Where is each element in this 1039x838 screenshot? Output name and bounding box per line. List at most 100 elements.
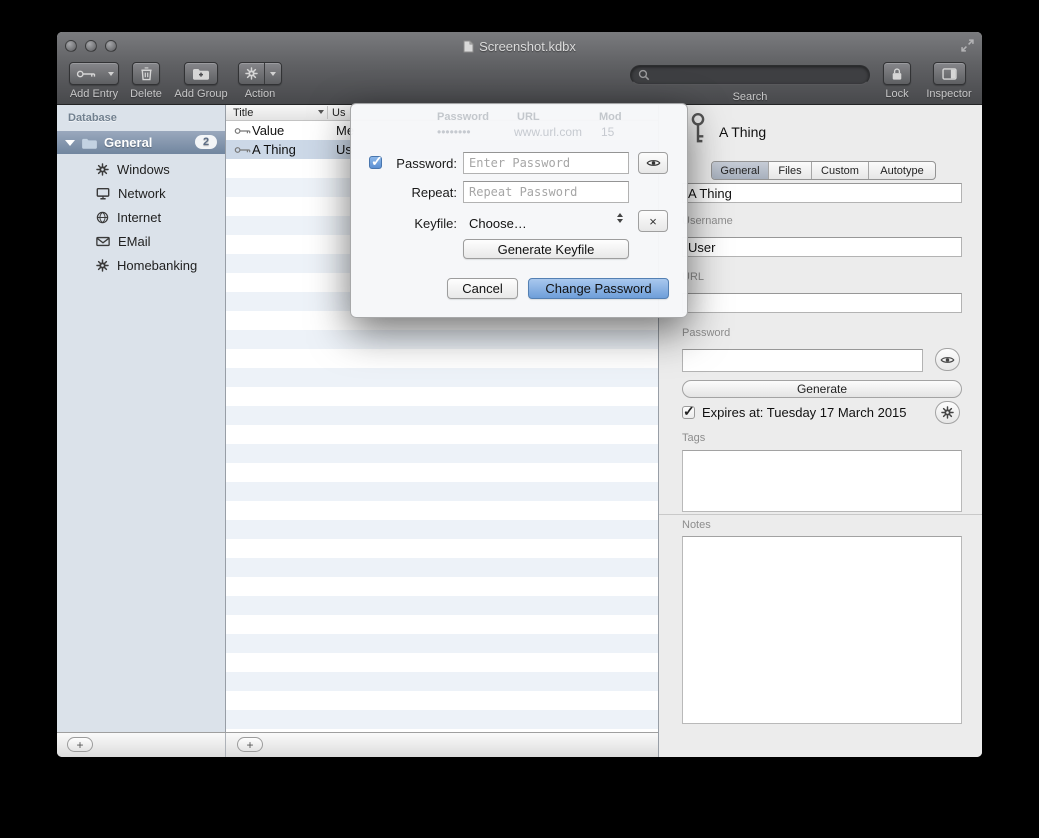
action-tool: Action: [235, 62, 285, 100]
window-chrome: Screenshot.kdbx Add Entry Delete A: [57, 32, 982, 105]
cancel-label: Cancel: [462, 281, 502, 296]
gear-icon: [96, 259, 109, 272]
folder-icon: [81, 137, 98, 149]
title-field[interactable]: [682, 183, 962, 203]
expires-settings-button[interactable]: [935, 401, 960, 424]
sidebar-item-windows[interactable]: Windows: [57, 157, 225, 181]
show-password-button[interactable]: [638, 152, 668, 174]
entry-key-icon: [687, 112, 709, 146]
lock-tool: Lock: [877, 62, 917, 100]
change-password-button[interactable]: Change Password: [528, 278, 669, 299]
change-password-dialog: Password URL Mod •••••••• www.url.com 15…: [350, 103, 688, 318]
tags-label: Tags: [682, 432, 705, 444]
reveal-password-button[interactable]: [935, 348, 960, 371]
column-username[interactable]: Us: [332, 107, 345, 119]
sidebar-item-homebanking[interactable]: Homebanking: [57, 253, 225, 277]
sidebar-item-label: Network: [118, 186, 166, 201]
sidebar-section-header: Database: [68, 112, 117, 124]
search-input[interactable]: [655, 67, 862, 83]
keyfile-popup-value[interactable]: Choose…: [469, 216, 527, 231]
inspector-tool: Inspector: [923, 62, 975, 100]
sidebar-item-label: Homebanking: [117, 258, 197, 273]
add-entry-button[interactable]: [69, 62, 119, 85]
lock-button[interactable]: [883, 62, 911, 85]
chevron-up-icon: [617, 213, 623, 217]
delete-button[interactable]: [132, 62, 160, 85]
sidebar-item-label: EMail: [118, 234, 151, 249]
plus-icon: +: [76, 739, 83, 751]
username-field[interactable]: [682, 237, 962, 257]
add-entry-dropdown[interactable]: [103, 63, 119, 84]
key-icon: [234, 146, 251, 154]
action-button[interactable]: [238, 62, 282, 85]
key-icon: [69, 63, 103, 84]
search-field-container: [630, 65, 870, 85]
app-window: Screenshot.kdbx Add Entry Delete A: [57, 32, 982, 757]
delete-label: Delete: [130, 88, 162, 100]
add-group-button[interactable]: [184, 62, 218, 85]
key-icon: [234, 127, 251, 135]
document-icon: [463, 40, 474, 53]
delete-tool: Delete: [127, 62, 165, 100]
lock-icon: [891, 67, 903, 81]
gear-icon: [96, 163, 109, 176]
obscured-column-modified: Mod: [599, 111, 622, 123]
section-divider: [659, 514, 982, 515]
sidebar-item-internet[interactable]: Internet: [57, 205, 225, 229]
password-field[interactable]: [682, 349, 923, 372]
generate-label: Generate: [797, 382, 847, 396]
inspector-button[interactable]: [933, 62, 966, 85]
tab-custom[interactable]: Custom: [812, 162, 869, 179]
username-label: Username: [682, 215, 733, 227]
column-divider[interactable]: [327, 106, 328, 119]
change-password-label: Change Password: [545, 281, 651, 296]
sidebar-group-general[interactable]: General 2: [57, 131, 225, 154]
group-count-badge: 2: [195, 135, 217, 149]
disclosure-triangle-icon[interactable]: [65, 140, 75, 146]
generate-keyfile-button[interactable]: Generate Keyfile: [463, 239, 629, 259]
search-label: Search: [630, 91, 870, 103]
generate-password-button[interactable]: Generate: [682, 380, 962, 398]
eye-icon: [646, 158, 661, 168]
notes-field[interactable]: [682, 536, 962, 724]
notes-label: Notes: [682, 519, 711, 531]
column-title[interactable]: Title: [233, 107, 253, 119]
sidebar: Database General 2 Windows Network Inter…: [57, 105, 226, 732]
clear-keyfile-button[interactable]: ×: [638, 210, 668, 232]
sidebar-item-label: Windows: [117, 162, 170, 177]
inspector-entry-title: A Thing: [719, 124, 766, 140]
tags-field[interactable]: [682, 450, 962, 512]
action-label: Action: [245, 88, 276, 100]
add-group-plus-button[interactable]: +: [67, 737, 93, 752]
tab-files[interactable]: Files: [769, 162, 812, 179]
folder-plus-icon: [192, 67, 210, 80]
cancel-button[interactable]: Cancel: [447, 278, 518, 299]
sidebar-item-network[interactable]: Network: [57, 181, 225, 205]
chevron-down-icon: [617, 219, 623, 223]
dialog-keyfile-label: Keyfile:: [351, 216, 457, 231]
keyfile-stepper-icon[interactable]: [617, 213, 623, 223]
trash-icon: [140, 66, 153, 81]
window-title-area: Screenshot.kdbx: [57, 39, 982, 54]
sidebar-item-label: Internet: [117, 210, 161, 225]
sidebar-item-email[interactable]: EMail: [57, 229, 225, 253]
dialog-password-label: Password:: [351, 156, 457, 171]
lock-label: Lock: [885, 88, 908, 100]
close-icon: ×: [649, 214, 657, 229]
tab-autotype[interactable]: Autotype: [869, 162, 935, 179]
globe-icon: [96, 211, 109, 224]
repeat-password-input[interactable]: [463, 181, 629, 203]
action-dropdown[interactable]: [265, 63, 281, 84]
monitor-icon: [96, 187, 110, 200]
expires-checkbox[interactable]: [682, 406, 695, 419]
obscured-cell-modified: 15: [601, 125, 614, 139]
dialog-repeat-label: Repeat:: [351, 185, 457, 200]
obscured-column-password: Password: [437, 111, 489, 123]
password-label: Password: [682, 327, 730, 339]
add-entry-plus-button[interactable]: +: [237, 737, 263, 752]
new-password-input[interactable]: [463, 152, 629, 174]
fullscreen-icon[interactable]: [961, 39, 974, 52]
url-field[interactable]: [682, 293, 962, 313]
tab-general[interactable]: General: [712, 162, 769, 179]
sidebar-group-label: General: [104, 135, 152, 150]
